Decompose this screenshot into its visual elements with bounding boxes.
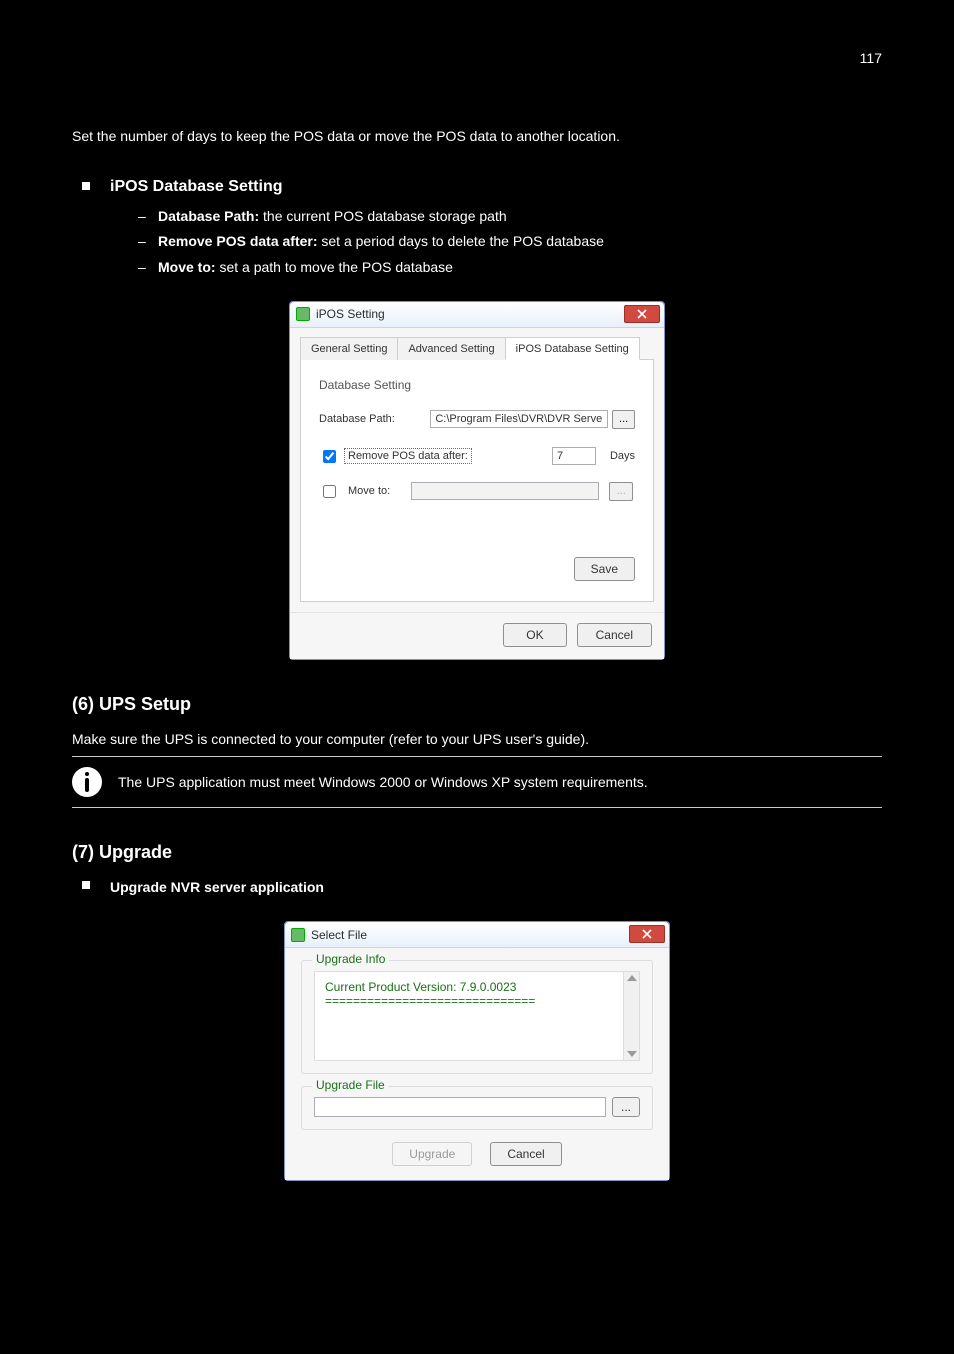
dialog-title: iPOS Setting <box>316 307 385 321</box>
scrollbar[interactable] <box>623 972 639 1060</box>
remove-term: Remove POS data after: <box>158 233 318 249</box>
tab-general-setting[interactable]: General Setting <box>300 337 398 360</box>
scroll-down-icon[interactable] <box>627 1051 637 1057</box>
moveto-desc: set a path to move the POS database <box>216 259 453 275</box>
close-icon <box>642 929 652 939</box>
db-path-browse-button[interactable]: ... <box>612 410 635 429</box>
ok-button[interactable]: OK <box>503 623 566 647</box>
upgrade-heading: (7) Upgrade <box>72 842 882 863</box>
db-path-input[interactable] <box>430 410 608 428</box>
dialog-title: Select File <box>311 928 367 942</box>
upgrade-file-input[interactable] <box>314 1097 606 1117</box>
dash-icon: – <box>138 231 152 253</box>
moveto-path-input[interactable] <box>411 482 599 500</box>
dash-icon: – <box>138 206 152 228</box>
ipos-db-heading: iPOS Database Setting <box>110 178 283 195</box>
remove-pos-label: Remove POS data after: <box>345 449 471 463</box>
ipos-setting-dialog: iPOS Setting General Setting Advanced Se… <box>289 301 665 660</box>
save-button[interactable]: Save <box>574 557 635 581</box>
upgrade-info-line-version: Current Product Version: 7.9.0.0023 <box>325 980 629 994</box>
db-path-desc: the current POS database storage path <box>259 208 507 224</box>
upgrade-file-group-label: Upgrade File <box>312 1078 389 1092</box>
remove-desc: set a period days to delete the POS data… <box>318 233 604 249</box>
moveto-browse-button[interactable]: ... <box>609 482 633 501</box>
db-path-label: Database Path: <box>319 413 430 425</box>
cancel-button[interactable]: Cancel <box>577 623 652 647</box>
remove-days-input[interactable] <box>552 447 596 465</box>
info-icon <box>72 767 102 797</box>
tab-advanced-setting[interactable]: Advanced Setting <box>397 337 505 360</box>
db-path-term: Database Path: <box>158 208 259 224</box>
app-icon <box>291 928 305 942</box>
tab-ipos-database-setting[interactable]: iPOS Database Setting <box>505 337 640 360</box>
close-button[interactable] <box>629 925 665 943</box>
square-bullet-icon <box>82 182 90 190</box>
select-file-dialog: Select File Upgrade Info Current Product… <box>284 921 670 1181</box>
remove-pos-checkbox[interactable] <box>323 450 336 463</box>
moveto-label: Move to: <box>345 484 393 498</box>
close-icon <box>637 309 647 319</box>
ups-note-text: The UPS application must meet Windows 20… <box>118 774 648 790</box>
moveto-term: Move to: <box>158 259 216 275</box>
upgrade-button[interactable]: Upgrade <box>392 1142 472 1166</box>
cancel-button[interactable]: Cancel <box>490 1142 561 1166</box>
days-label: Days <box>610 450 635 462</box>
upgrade-info-group-label: Upgrade Info <box>312 952 389 966</box>
upgrade-bullet: Upgrade NVR server application <box>110 879 324 895</box>
intro-paragraph: Set the number of days to keep the POS d… <box>72 126 882 148</box>
upgrade-info-textbox: Current Product Version: 7.9.0.0023 ====… <box>314 971 640 1061</box>
scroll-up-icon[interactable] <box>627 975 637 981</box>
square-bullet-icon <box>82 881 90 889</box>
upgrade-info-line-divider: ============================== <box>325 994 629 1008</box>
app-icon <box>296 307 310 321</box>
page-number: 117 <box>72 50 882 66</box>
ups-setup-heading: (6) UPS Setup <box>72 694 882 715</box>
ups-paragraph: Make sure the UPS is connected to your c… <box>72 729 882 751</box>
database-setting-group-label: Database Setting <box>319 378 635 392</box>
moveto-checkbox[interactable] <box>323 485 336 498</box>
upgrade-file-browse-button[interactable]: ... <box>612 1097 640 1117</box>
close-button[interactable] <box>624 305 660 323</box>
dash-icon: – <box>138 257 152 279</box>
